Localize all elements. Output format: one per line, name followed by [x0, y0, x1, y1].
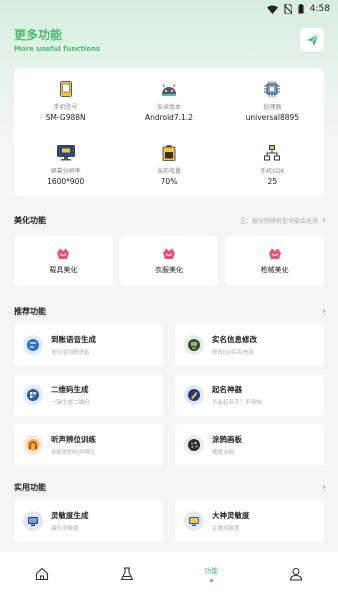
chevron-right-icon: › [322, 214, 326, 226]
gun-icon [268, 248, 281, 259]
section-title: 实用功能 [14, 482, 46, 492]
feature-qrcode[interactable]: 二维码生成 一键生成二维码 [14, 374, 163, 416]
beautify-item-vehicle[interactable]: 载具美化 [14, 236, 113, 286]
nav-profile[interactable] [254, 552, 338, 596]
sdk-icon [263, 144, 281, 162]
nav-features[interactable]: 功能 [169, 552, 254, 596]
id-edit-icon [184, 335, 204, 355]
device-info-item: 处理器 universal8895 [221, 68, 324, 132]
sensitivity-icon [23, 511, 43, 531]
recommended-section-header[interactable]: 推荐功能 › [14, 304, 326, 318]
cpu-icon [263, 80, 281, 98]
device-info-item: 手机型号 SM-G988N [14, 68, 117, 132]
section-title: 推荐功能 [14, 306, 46, 316]
battery-status-icon [298, 4, 304, 14]
practical-grid: 灵敏度生成 最优灵敏度 大神灵敏度 主播灵敏度 [14, 500, 324, 542]
device-info-item: 手机SDK 25 [221, 132, 324, 196]
feature-pro-sensitivity[interactable]: 大神灵敏度 主播灵敏度 [175, 500, 324, 542]
user-icon [289, 567, 302, 581]
no-sim-icon [283, 4, 292, 14]
page-title: 更多功能 [14, 28, 63, 42]
device-info-item: 屏幕分辨率 1600*900 [14, 132, 117, 196]
bottom-navigation: 功能 [0, 552, 338, 596]
section-note: 注：部分特殊机型可能会无效 [239, 217, 318, 225]
page-header: 更多功能 More useful functions [14, 26, 324, 58]
pro-sensitivity-icon [184, 511, 204, 531]
monitor-icon [56, 144, 75, 162]
flask-icon [120, 567, 134, 581]
feature-payment-voice[interactable]: 到账语音生成 支付宝到账语音 [14, 324, 163, 366]
beautify-item-gun[interactable]: 枪械美化 [225, 236, 325, 286]
feature-sound-training[interactable]: 听声辨位训练 训练你的听声辨位 [14, 424, 163, 466]
clothes-icon [163, 248, 175, 259]
battery-icon [160, 144, 178, 162]
device-info-item: 安卓版本 Android7.1.2 [117, 68, 220, 132]
section-title: 美化功能 [14, 215, 46, 225]
naming-icon [184, 385, 204, 405]
feature-id-edit[interactable]: 实名信息修改 修改QQ实名信息 [175, 324, 324, 366]
active-indicator [209, 579, 213, 582]
status-bar: 4:58 [0, 0, 338, 18]
chevron-right-icon: › [322, 305, 326, 317]
feature-paint-board[interactable]: 涂鸦画板 随意涂鸦 [175, 424, 324, 466]
android-icon [160, 80, 178, 98]
nav-features-label: 功能 [204, 567, 219, 575]
vehicle-icon [57, 248, 70, 259]
practical-section-header[interactable]: 实用功能 › [14, 480, 326, 494]
clock: 4:58 [309, 4, 330, 14]
beautify-item-clothes[interactable]: 衣服美化 [119, 236, 219, 286]
feature-naming[interactable]: 起名神器 不会起名字？不用怕 [175, 374, 324, 416]
qrcode-icon [23, 385, 43, 405]
share-button[interactable] [300, 28, 324, 52]
phone-icon [57, 80, 75, 98]
feature-sensitivity[interactable]: 灵敏度生成 最优灵敏度 [14, 500, 163, 542]
device-info-card: 手机型号 SM-G988N 安卓版本 Android7.1.2 处理器 univ… [14, 68, 324, 196]
payment-voice-icon [23, 335, 43, 355]
page-subtitle: More useful functions [14, 45, 101, 53]
beautify-section-header[interactable]: 美化功能 注：部分特殊机型可能会无效 › [14, 213, 326, 227]
paper-plane-icon [306, 34, 318, 46]
beautify-row: 载具美化 衣服美化 枪械美化 [14, 236, 325, 286]
recommended-grid: 到账语音生成 支付宝到账语音 实名信息修改 修改QQ实名信息 二维码生成 一键生… [14, 324, 324, 466]
chevron-right-icon: › [322, 481, 326, 493]
wifi-icon [266, 5, 278, 14]
device-info-item: 当前电量 70% [117, 132, 220, 196]
nav-home[interactable] [0, 552, 85, 596]
sound-training-icon [23, 435, 43, 455]
home-icon [36, 567, 49, 581]
nav-lab[interactable] [85, 552, 170, 596]
paint-board-icon [184, 435, 204, 455]
